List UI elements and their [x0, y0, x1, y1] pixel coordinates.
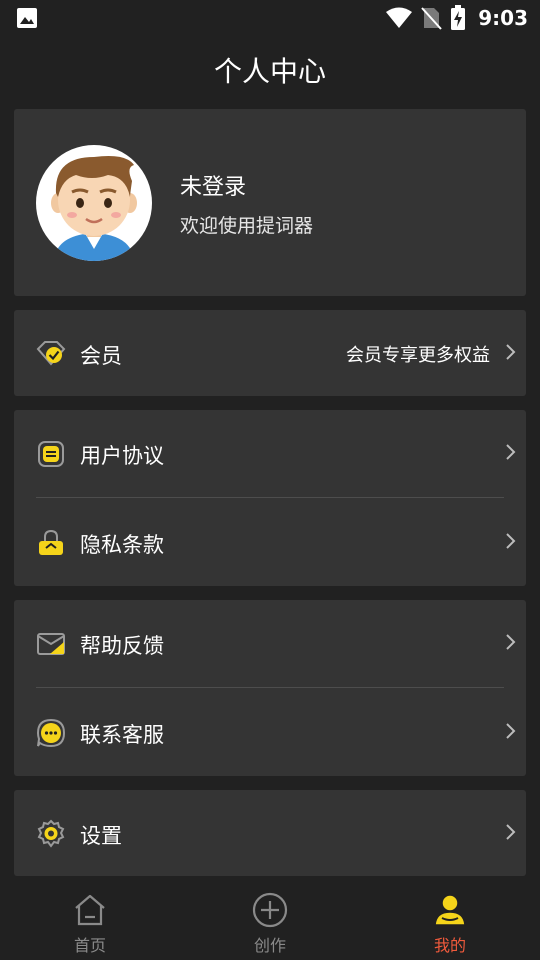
- tab-mine[interactable]: 我的: [360, 880, 540, 960]
- vip-card: 会员 会员专享更多权益: [14, 310, 526, 396]
- agreement-icon: [38, 441, 64, 467]
- chevron-right-icon: [506, 634, 516, 650]
- legal-card: 用户协议 隐私条款: [14, 410, 526, 586]
- vip-benefit-text: 会员专享更多权益: [346, 345, 490, 366]
- menu-item-support[interactable]: 联系客服: [14, 689, 526, 775]
- chevron-right-icon: [506, 723, 516, 739]
- divider: [36, 497, 504, 498]
- chevron-right-icon: [506, 824, 516, 840]
- menu-label-settings: 设置: [80, 824, 122, 848]
- settings-card: 设置: [14, 790, 526, 876]
- menu-label-privacy: 隐私条款: [80, 533, 164, 557]
- image-notification-icon: [17, 8, 37, 28]
- tab-label-mine: 我的: [433, 936, 466, 955]
- menu-label-feedback: 帮助反馈: [80, 634, 164, 658]
- tab-label-create: 创作: [253, 936, 286, 955]
- chat-bubble-icon: [36, 718, 66, 748]
- avatar[interactable]: [36, 145, 152, 261]
- gear-icon: [37, 819, 65, 848]
- menu-item-privacy[interactable]: 隐私条款: [14, 499, 526, 585]
- menu-item-vip[interactable]: 会员 会员专享更多权益: [14, 310, 526, 396]
- username: 未登录: [180, 175, 247, 200]
- person-icon: [434, 894, 466, 926]
- status-time: 9:03: [478, 6, 528, 30]
- menu-item-settings[interactable]: 设置: [14, 790, 526, 876]
- home-icon: [75, 894, 105, 926]
- add-circle-icon: [252, 892, 288, 928]
- tab-home[interactable]: 首页: [0, 880, 180, 960]
- tab-create[interactable]: 创作: [180, 880, 360, 960]
- bottom-tab-bar: 首页 创作 我的: [0, 880, 540, 960]
- battery-charging-icon: [451, 5, 466, 30]
- menu-item-feedback[interactable]: 帮助反馈: [14, 600, 526, 686]
- vip-badge-icon: [36, 341, 66, 366]
- wifi-icon: [386, 7, 413, 28]
- menu-item-user-agreement[interactable]: 用户协议: [14, 410, 526, 496]
- page-title: 个人中心: [213, 55, 326, 88]
- menu-label-vip: 会员: [80, 344, 122, 368]
- chevron-right-icon: [506, 444, 516, 460]
- menu-label-user-agreement: 用户协议: [80, 444, 164, 468]
- chevron-right-icon: [506, 344, 516, 360]
- help-card: 帮助反馈 联系客服: [14, 600, 526, 776]
- status-bar: 9:03: [0, 0, 540, 36]
- chevron-right-icon: [506, 533, 516, 549]
- profile-card[interactable]: 未登录 欢迎使用提词器: [14, 109, 526, 296]
- privacy-lock-icon: [39, 529, 63, 555]
- divider: [36, 687, 504, 688]
- tab-label-home: 首页: [73, 936, 106, 955]
- user-subtitle: 欢迎使用提词器: [180, 215, 314, 237]
- feedback-mail-icon: [37, 633, 65, 655]
- no-sim-icon: [421, 7, 442, 30]
- menu-label-support: 联系客服: [80, 723, 164, 747]
